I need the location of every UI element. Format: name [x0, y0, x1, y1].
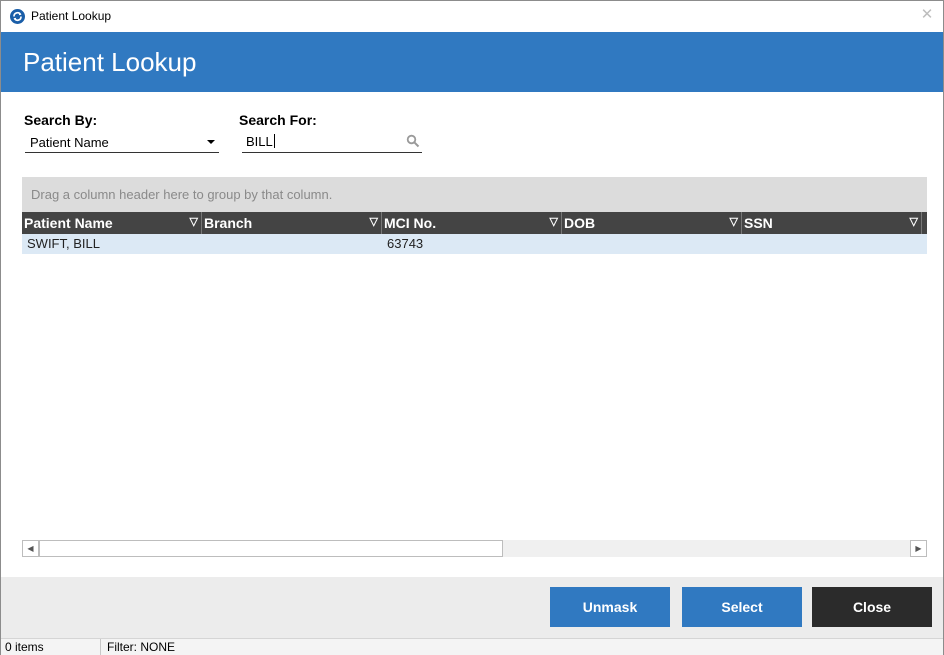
search-icon[interactable]	[406, 134, 420, 148]
filter-icon[interactable]: ▽	[190, 215, 198, 228]
group-by-hint: Drag a column header here to group by th…	[31, 187, 333, 202]
unmask-button[interactable]: Unmask	[550, 587, 670, 627]
column-header-dob[interactable]: DOB ▽	[562, 212, 742, 234]
close-button[interactable]: Close	[812, 587, 932, 627]
search-for-label: Search For:	[239, 112, 317, 128]
refresh-circle-icon	[10, 9, 25, 24]
column-header-branch[interactable]: Branch ▽	[202, 212, 382, 234]
search-input-value: BILL	[246, 134, 275, 149]
column-header-mci-no[interactable]: MCI No. ▽	[382, 212, 562, 234]
filter-icon[interactable]: ▽	[370, 215, 378, 228]
chevron-down-icon	[207, 140, 215, 144]
patient-lookup-window: Patient Lookup ✕ Patient Lookup Search B…	[0, 0, 944, 655]
search-by-dropdown[interactable]: Patient Name	[25, 131, 219, 153]
button-bar: Unmask Select Close	[1, 577, 943, 638]
item-count: 0 items	[5, 640, 44, 654]
header-banner: Patient Lookup	[1, 32, 943, 92]
scroll-thumb[interactable]	[39, 540, 503, 557]
filter-icon[interactable]: ▽	[550, 215, 558, 228]
title-bar: Patient Lookup ✕	[1, 1, 943, 32]
column-header-patient-name[interactable]: Patient Name ▽	[22, 212, 202, 234]
search-by-label: Search By:	[24, 112, 98, 128]
status-bar: 0 items Filter: NONE	[1, 638, 943, 655]
grid-header: Patient Name ▽ Branch ▽ MCI No. ▽ DOB ▽ …	[22, 212, 927, 234]
scroll-left-icon[interactable]: ◀	[22, 540, 39, 557]
filter-status: Filter: NONE	[107, 640, 176, 654]
table-row[interactable]: SWIFT, BILL 63743	[22, 234, 927, 254]
scroll-right-icon[interactable]: ▶	[910, 540, 927, 557]
group-by-panel[interactable]: Drag a column header here to group by th…	[22, 177, 927, 212]
search-by-value: Patient Name	[30, 135, 109, 150]
cell-mci-no: 63743	[387, 236, 424, 251]
filter-icon[interactable]: ▽	[730, 215, 738, 228]
window-title: Patient Lookup	[31, 9, 112, 23]
filter-icon[interactable]: ▽	[910, 215, 918, 228]
horizontal-scrollbar[interactable]: ◀ ▶	[22, 540, 927, 557]
patient-grid: SWIFT, BILL 63743	[22, 234, 927, 539]
status-divider	[100, 639, 101, 655]
search-input[interactable]: BILL	[242, 131, 422, 153]
column-header-overflow[interactable]	[922, 212, 927, 234]
column-header-ssn[interactable]: SSN ▽	[742, 212, 922, 234]
select-button[interactable]: Select	[682, 587, 802, 627]
page-title: Patient Lookup	[23, 47, 197, 77]
cell-patient-name: SWIFT, BILL	[27, 236, 100, 251]
close-icon[interactable]: ✕	[919, 6, 935, 24]
